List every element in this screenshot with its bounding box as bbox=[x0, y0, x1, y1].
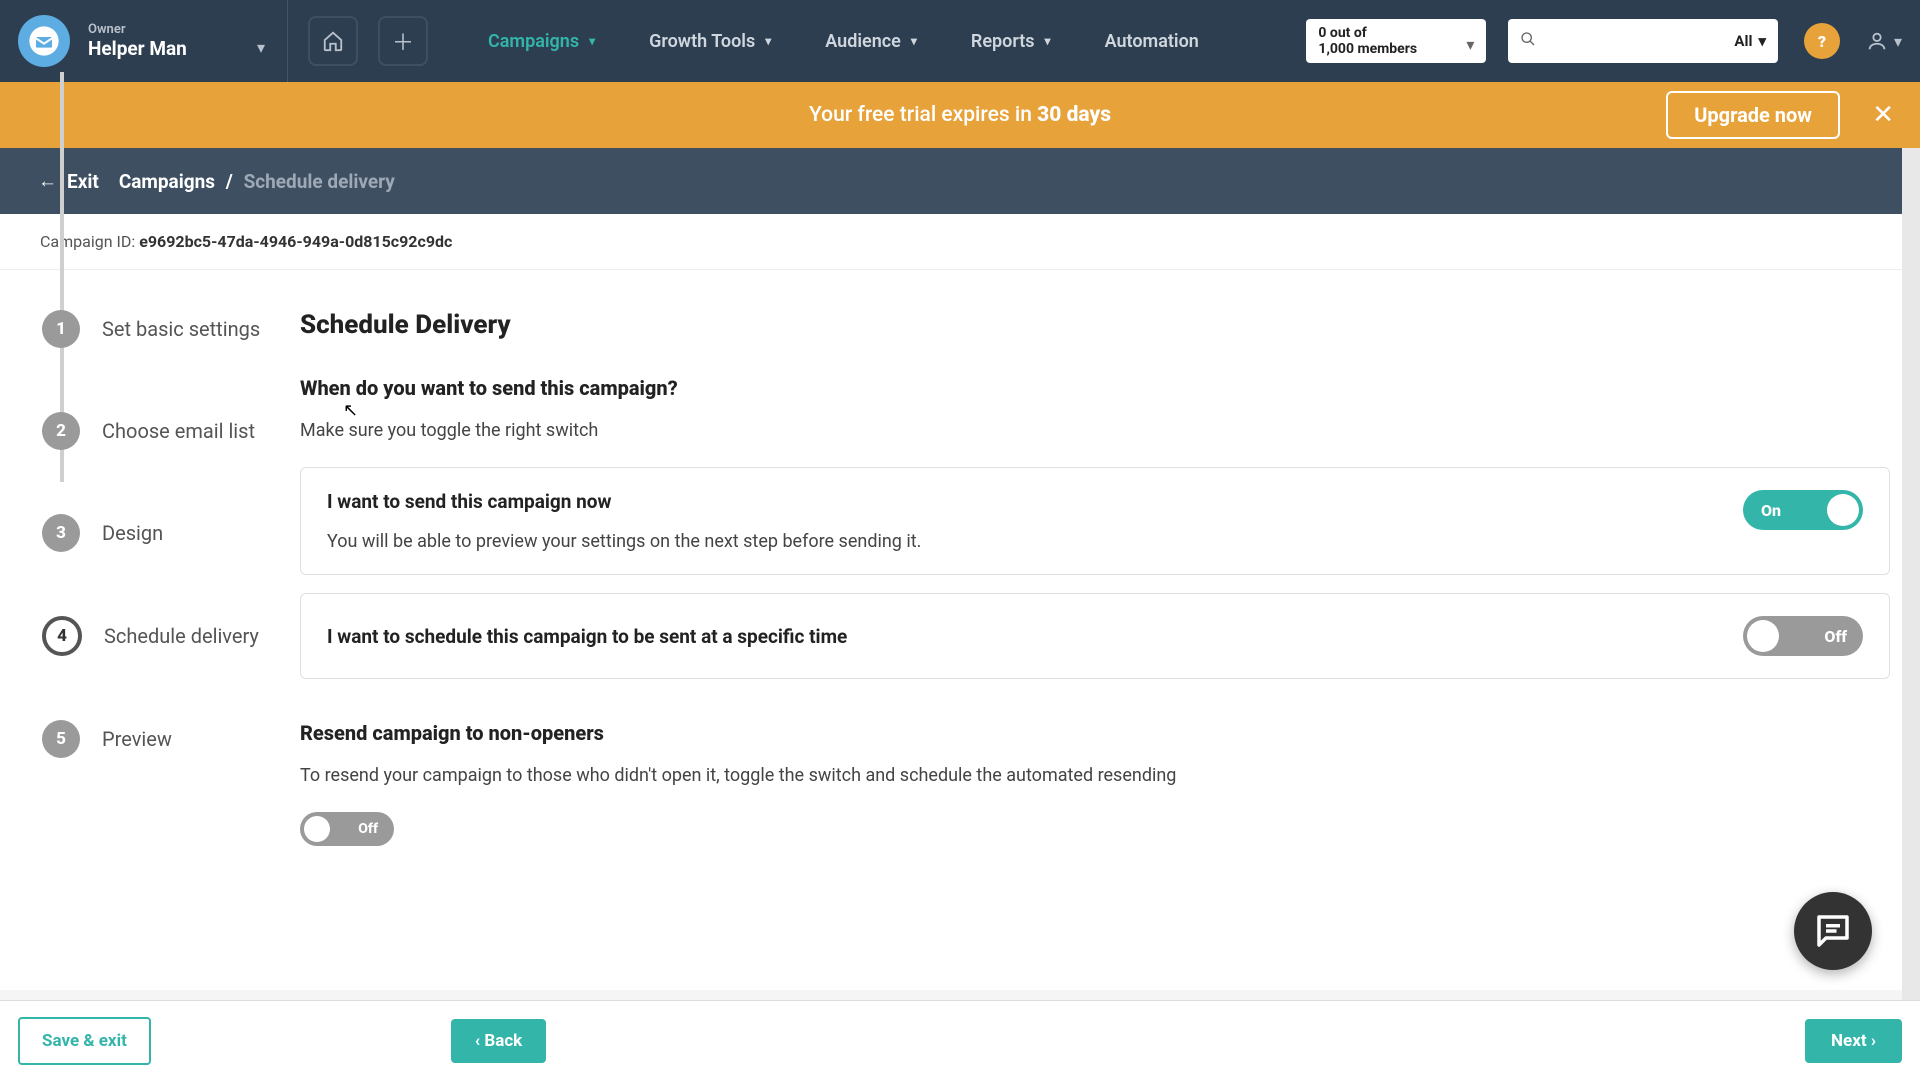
chevron-down-icon: ▾ bbox=[1894, 32, 1902, 51]
chevron-down-icon: ▾ bbox=[911, 34, 917, 48]
breadcrumb: Campaigns / Schedule delivery bbox=[119, 170, 395, 193]
step-number: 4 bbox=[42, 616, 82, 656]
exit-link[interactable]: ← Exit bbox=[38, 169, 99, 193]
members-line1: 0 out of bbox=[1318, 25, 1446, 41]
chevron-down-icon: ▾ bbox=[589, 34, 595, 48]
create-button[interactable]: ＋ bbox=[378, 16, 428, 66]
main-area: 1 Set basic settings 2 Choose email list… bbox=[0, 270, 1920, 990]
chevron-down-icon: ▾ bbox=[257, 38, 265, 57]
nav-audience[interactable]: Audience▾ bbox=[803, 21, 939, 62]
top-nav: Owner Helper Man ▾ ＋ Campaigns▾ Growth T… bbox=[0, 0, 1920, 82]
step-3[interactable]: 3 Design bbox=[42, 514, 280, 552]
search-box[interactable]: All ▾ bbox=[1508, 19, 1778, 63]
campaign-id-row: Campaign ID: e9692bc5-47da-4946-949a-0d8… bbox=[0, 214, 1920, 270]
step-label: Choose email list bbox=[102, 419, 255, 443]
nav-automation[interactable]: Automation bbox=[1083, 21, 1221, 62]
toggle-knob bbox=[304, 816, 330, 842]
step-label: Design bbox=[102, 521, 163, 545]
step-number: 2 bbox=[42, 412, 80, 450]
nav-campaigns[interactable]: Campaigns▾ bbox=[466, 21, 617, 62]
resend-title: Resend campaign to non-openers bbox=[300, 721, 1890, 745]
campaign-id-value: e9692bc5-47da-4946-949a-0d815c92c9dc bbox=[139, 232, 452, 251]
search-input[interactable] bbox=[1546, 33, 1724, 49]
step-label: Set basic settings bbox=[102, 317, 260, 341]
user-icon bbox=[1866, 30, 1888, 52]
home-icon bbox=[322, 30, 344, 52]
step-label: Schedule delivery bbox=[104, 624, 259, 648]
step-number: 1 bbox=[42, 310, 80, 348]
next-button[interactable]: Next › bbox=[1805, 1019, 1902, 1063]
breadcrumb-bar: ← Exit Campaigns / Schedule delivery bbox=[0, 148, 1920, 214]
trial-banner: Your free trial expires in 30 days Upgra… bbox=[0, 82, 1920, 148]
members-line2: 1,000 members bbox=[1318, 41, 1446, 57]
chat-fab[interactable] bbox=[1794, 892, 1872, 970]
nav-links: Campaigns▾ Growth Tools▾ Audience▾ Repor… bbox=[466, 21, 1221, 62]
account-selector[interactable]: Owner Helper Man ▾ bbox=[78, 0, 288, 82]
brand-avatar[interactable] bbox=[18, 15, 70, 67]
back-button[interactable]: ‹ Back bbox=[451, 1019, 546, 1063]
step-2[interactable]: 2 Choose email list bbox=[42, 412, 280, 450]
step-label: Preview bbox=[102, 727, 172, 751]
chevron-down-icon: ▾ bbox=[1466, 35, 1474, 54]
save-exit-button[interactable]: Save & exit bbox=[18, 1017, 151, 1065]
stepper: 1 Set basic settings 2 Choose email list… bbox=[0, 270, 300, 990]
members-counter[interactable]: 0 out of 1,000 members ▾ bbox=[1306, 19, 1486, 63]
step-4[interactable]: 4 Schedule delivery bbox=[42, 616, 280, 656]
help-button[interactable]: ? bbox=[1804, 23, 1840, 59]
plus-icon: ＋ bbox=[392, 25, 414, 57]
toggle-resend[interactable]: Off bbox=[300, 812, 394, 846]
step-5[interactable]: 5 Preview bbox=[42, 720, 280, 758]
toggle-send-now[interactable]: On bbox=[1743, 490, 1863, 530]
option-send-now: I want to send this campaign now You wil… bbox=[300, 467, 1890, 575]
question-title: When do you want to send this campaign? bbox=[300, 376, 1890, 400]
page-title: Schedule Delivery bbox=[300, 310, 1890, 340]
chevron-down-icon: ▾ bbox=[765, 34, 771, 48]
option-title: I want to schedule this campaign to be s… bbox=[327, 625, 1743, 648]
nav-reports[interactable]: Reports▾ bbox=[949, 21, 1073, 62]
option-desc: You will be able to preview your setting… bbox=[327, 531, 1743, 552]
user-menu[interactable]: ▾ bbox=[1866, 30, 1902, 52]
footer: Save & exit ‹ Back Next › bbox=[0, 1000, 1920, 1080]
step-1[interactable]: 1 Set basic settings bbox=[42, 310, 280, 348]
question-help: Make sure you toggle the right switch bbox=[300, 420, 1890, 441]
toggle-schedule[interactable]: Off bbox=[1743, 616, 1863, 656]
upgrade-button[interactable]: Upgrade now bbox=[1666, 91, 1840, 139]
step-number: 5 bbox=[42, 720, 80, 758]
breadcrumb-current: Schedule delivery bbox=[244, 170, 395, 193]
toggle-knob bbox=[1747, 620, 1779, 652]
step-number: 3 bbox=[42, 514, 80, 552]
chevron-down-icon: ▾ bbox=[1045, 34, 1051, 48]
trial-text: Your free trial expires in 30 days bbox=[809, 103, 1111, 127]
search-filter[interactable]: All ▾ bbox=[1734, 32, 1766, 50]
content: Schedule Delivery When do you want to se… bbox=[300, 270, 1920, 990]
search-icon bbox=[1520, 31, 1536, 51]
home-button[interactable] bbox=[308, 16, 358, 66]
chevron-down-icon: ▾ bbox=[1758, 32, 1766, 50]
nav-growth-tools[interactable]: Growth Tools▾ bbox=[627, 21, 793, 62]
option-schedule: I want to schedule this campaign to be s… bbox=[300, 593, 1890, 679]
question-icon: ? bbox=[1818, 32, 1826, 51]
resend-desc: To resend your campaign to those who did… bbox=[300, 765, 1890, 786]
chat-icon bbox=[1812, 910, 1854, 952]
breadcrumb-root[interactable]: Campaigns bbox=[119, 170, 215, 193]
account-role: Owner bbox=[88, 22, 269, 37]
arrow-left-icon: ← bbox=[38, 169, 57, 193]
option-title: I want to send this campaign now bbox=[327, 490, 1743, 513]
account-name: Helper Man bbox=[88, 37, 269, 60]
toggle-knob bbox=[1827, 494, 1859, 526]
close-icon[interactable]: ✕ bbox=[1872, 100, 1894, 130]
mail-mascot-icon bbox=[28, 25, 60, 57]
